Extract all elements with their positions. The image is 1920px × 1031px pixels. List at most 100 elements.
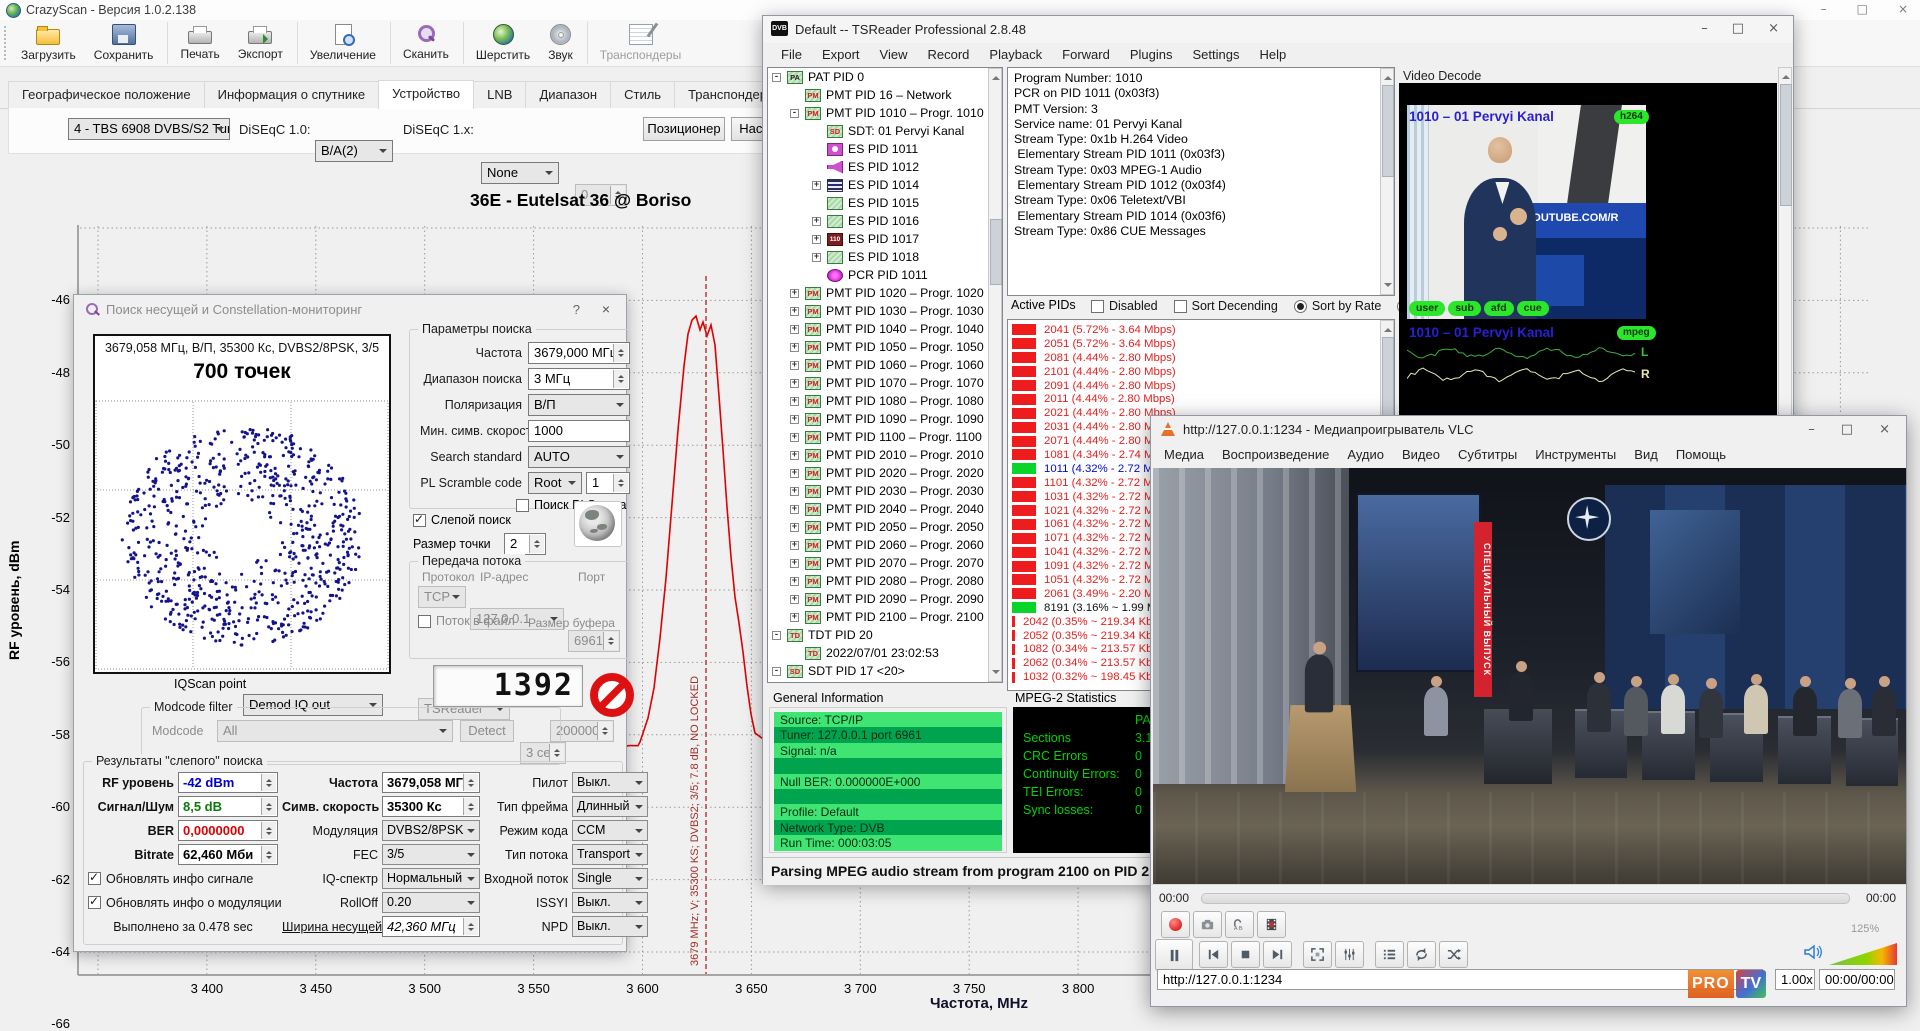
tab[interactable]: Стиль [610,81,675,109]
result-freq-field[interactable]: 3679,058 МГц [382,772,480,793]
menu-item[interactable]: Медиа [1155,447,1213,462]
scrollbar-thumb[interactable] [1382,85,1394,177]
diseqc10-select[interactable]: B/A(2) [315,140,393,162]
carrier-width-field[interactable]: 42,360 МГц [382,916,480,937]
minimize-icon[interactable]: – [1701,21,1708,36]
symbolrate-field[interactable]: 35300 Кс [382,796,480,817]
diseqc1x-select[interactable]: None [481,162,559,184]
pause-button[interactable] [1155,939,1193,971]
fullscreen-button[interactable] [1303,941,1332,968]
iq-spectrum-select[interactable]: Нормальный [382,868,480,889]
tree-expander-icon[interactable]: + [790,361,799,370]
tree-item[interactable]: + PMT PID 1080 – Progr. 1080 [768,392,1002,410]
volume-slider[interactable] [1829,943,1897,965]
playback-speed[interactable]: 1.00x [1775,969,1815,990]
equalizer-button[interactable] [1335,941,1364,968]
help-button[interactable]: ? [573,302,580,317]
toolbar-button[interactable]: Увеличение [297,22,385,64]
tree-item[interactable]: + PMT PID 1040 – Progr. 1040 [768,320,1002,338]
scrollbar-thumb[interactable] [1780,84,1792,206]
tree-item[interactable]: - PAT PID 0 [768,68,1002,86]
tree-expander-icon[interactable]: + [790,397,799,406]
tree-expander-icon[interactable]: + [790,577,799,586]
protocol-select[interactable]: TCP [418,586,466,608]
tree-item[interactable]: ES PID 1015 [768,194,1002,212]
tab[interactable]: Информация о спутнике [204,81,380,109]
close-icon[interactable]: × [602,301,610,317]
speaker-icon[interactable] [1803,943,1823,961]
tree-item[interactable]: + PMT PID 2050 – Progr. 2050 [768,518,1002,536]
pid-item[interactable]: 2011 (4.44% - 2.80 Mbps) [1012,392,1394,406]
tree-expander-icon[interactable]: + [812,217,821,226]
close-icon[interactable]: × [1898,2,1908,16]
snapshot-button[interactable] [1193,911,1222,938]
tuner-select[interactable]: 4 - TBS 6908 DVBS/S2 Tuner 3 [68,118,230,140]
npd-select[interactable]: Выкл. [572,916,648,937]
record-button[interactable] [1161,911,1190,938]
tab[interactable]: LNB [473,81,526,109]
disabled-checkbox[interactable]: Disabled [1091,299,1158,313]
tree-expander-icon[interactable]: + [812,181,821,190]
menu-item[interactable]: Help [1249,47,1296,62]
positioner-button[interactable]: Позиционер [643,117,725,141]
toolbar-button[interactable]: Загрузить [12,22,85,64]
dot-size-stepper[interactable]: 2 [504,533,546,555]
menu-item[interactable]: Помощь [1667,447,1735,462]
tree-expander-icon[interactable]: + [790,469,799,478]
tree-expander-icon[interactable]: + [790,307,799,316]
tree-item[interactable]: + ES PID 1017 [768,230,1002,248]
close-icon[interactable]: × [1768,21,1779,36]
menu-item[interactable]: Субтитры [1449,447,1526,462]
menu-item[interactable]: File [771,47,812,62]
playlist-button[interactable] [1375,941,1404,968]
pid-item[interactable]: 2091 (4.44% - 2.80 Mbps) [1012,379,1394,393]
tree-item[interactable]: + ES PID 1018 [768,248,1002,266]
menu-item[interactable]: Forward [1052,47,1120,62]
code-mode-select[interactable]: CCM [572,820,648,841]
tree-item[interactable]: + PMT PID 2090 – Progr. 2090 [768,590,1002,608]
tree-item[interactable]: PMT PID 16 – Network [768,86,1002,104]
scrollbar-thumb[interactable] [990,219,1002,285]
close-icon[interactable]: × [1879,422,1890,437]
frame-type-select[interactable]: Длинный [572,796,648,817]
minimize-icon[interactable]: – [1821,2,1827,16]
port-stepper[interactable]: 6961 [568,630,620,652]
carrier-width-link[interactable]: Ширина несущей [282,920,378,934]
ab-loop-button[interactable]: A B [1225,911,1254,938]
menu-item[interactable]: Воспроизведение [1213,447,1338,462]
tree-item[interactable]: 2022/07/01 23:02:53 [768,644,1002,662]
maximize-icon[interactable]: □ [1732,21,1744,36]
tree-item[interactable]: + PMT PID 2020 – Progr. 2020 [768,464,1002,482]
menu-item[interactable]: Export [812,47,870,62]
tree-expander-icon[interactable]: - [772,73,781,82]
tree-item[interactable]: + PMT PID 2100 – Progr. 2100 [768,608,1002,626]
tree-expander-icon[interactable]: + [812,235,821,244]
menu-item[interactable]: Settings [1182,47,1249,62]
modulation-select[interactable]: DVBS2/8PSK [382,820,480,841]
tree-expander-icon[interactable]: + [790,379,799,388]
tree-scrollbar[interactable] [988,68,1002,682]
menu-item[interactable]: Вид [1625,447,1667,462]
issyi-select[interactable]: Выкл. [572,892,648,913]
stream-to-file-checkbox[interactable]: Поток в файл [418,614,515,628]
decoder-pill-button[interactable]: afd [1484,301,1514,316]
tree-item[interactable]: ES PID 1011 [768,140,1002,158]
frame-by-frame-button[interactable] [1257,911,1286,938]
tree-expander-icon[interactable]: + [790,289,799,298]
rf-level-field[interactable]: -42 dBm [178,772,278,793]
maximize-icon[interactable]: □ [1857,2,1868,16]
vlc-video-area[interactable]: СПЕЦИАЛЬНЫЙ ВЫПУСК [1153,468,1906,884]
tree-expander-icon[interactable]: + [790,559,799,568]
tree-expander-icon[interactable]: + [790,613,799,622]
loop-button[interactable] [1407,941,1436,968]
update-signal-checkbox[interactable]: Обновлять инфо сигнале [88,872,278,886]
tree-item[interactable]: + ES PID 1016 [768,212,1002,230]
tree-expander-icon[interactable]: + [790,595,799,604]
input-stream-select[interactable]: Single [572,868,648,889]
pls-mode-select[interactable]: Root [528,472,582,494]
shuffle-button[interactable] [1439,941,1468,968]
blind-search-checkbox[interactable]: Слепой поиск [413,513,511,527]
tree-item[interactable]: + PMT PID 1070 – Progr. 1070 [768,374,1002,392]
tree-item[interactable]: + PMT PID 1020 – Progr. 1020 [768,284,1002,302]
next-button[interactable] [1263,941,1292,968]
